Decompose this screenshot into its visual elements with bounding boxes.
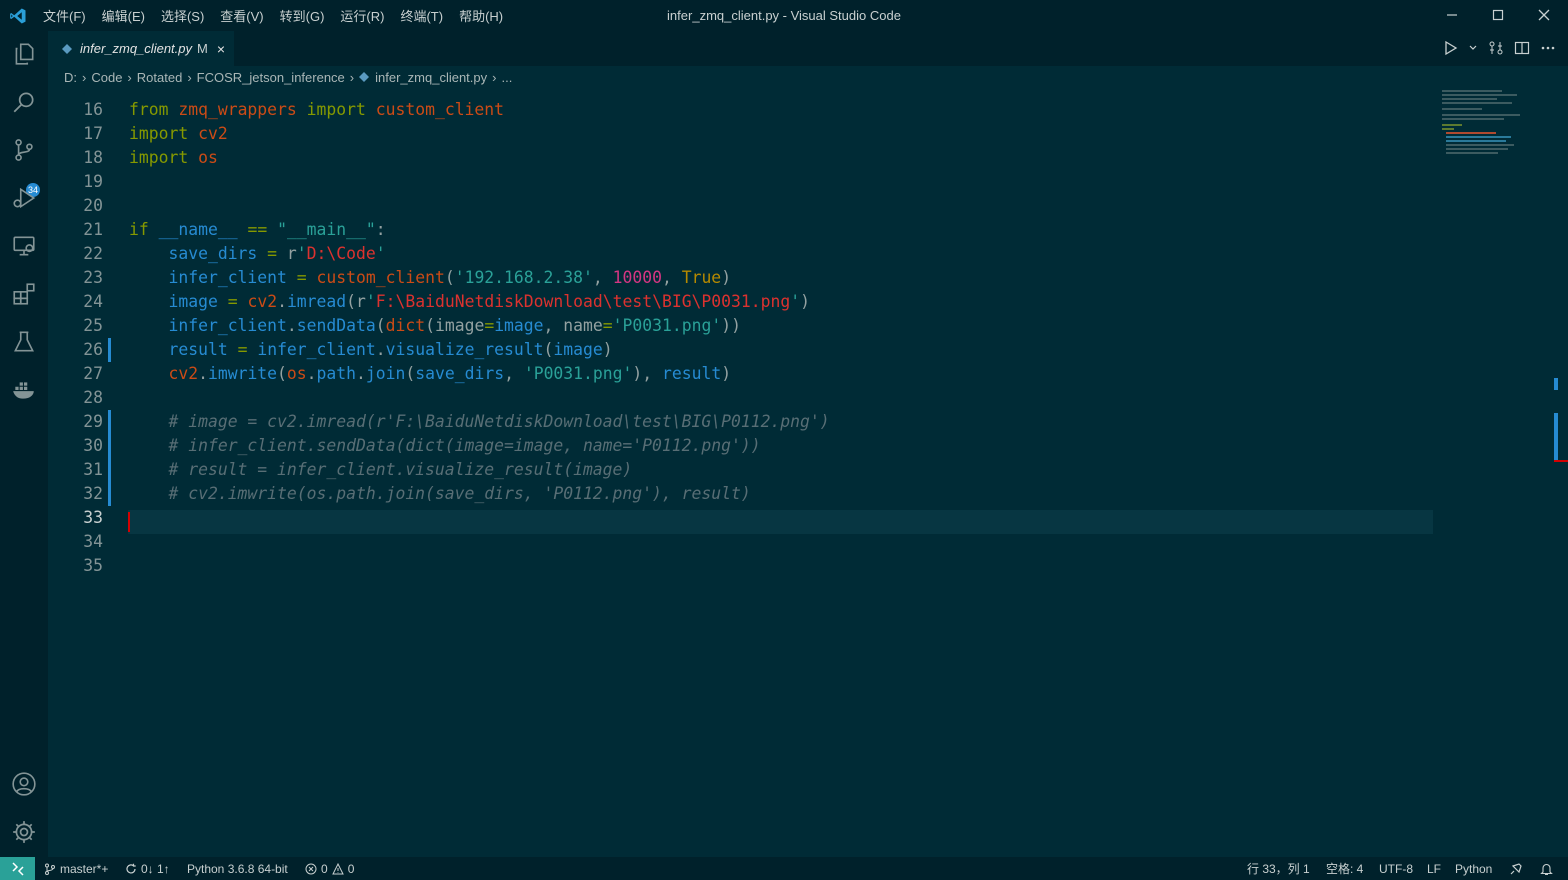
- close-window-icon[interactable]: [1532, 4, 1556, 26]
- sync-indicator[interactable]: 0↓ 1↑: [125, 857, 170, 880]
- source-control-icon[interactable]: [8, 134, 40, 166]
- window-title: infer_zmq_client.py - Visual Studio Code: [667, 8, 901, 23]
- python-file-icon: [359, 72, 370, 82]
- eol-setting[interactable]: LF: [1427, 857, 1441, 880]
- tab-close-icon[interactable]: ×: [217, 41, 225, 57]
- editor-actions: [1444, 40, 1556, 56]
- chevron-right-icon: ›: [349, 69, 355, 85]
- line-number: 21: [83, 220, 103, 239]
- python-file-icon: [62, 43, 72, 54]
- line-number: 31: [83, 460, 103, 479]
- tab-bar: infer_zmq_client.py M ×: [48, 31, 1568, 66]
- line-number-active: 33: [83, 508, 103, 527]
- extensions-icon[interactable]: [8, 278, 40, 310]
- error-icon: [305, 863, 317, 874]
- line-number: 34: [83, 532, 103, 551]
- current-line-highlight: [128, 510, 1433, 534]
- chevron-right-icon: ›: [127, 69, 132, 85]
- line-number: 19: [83, 172, 103, 191]
- remote-indicator-icon[interactable]: [0, 857, 35, 880]
- breadcrumb-item[interactable]: FCOSR_jetson_inference: [197, 70, 345, 85]
- python-interpreter[interactable]: Python 3.6.8 64-bit: [187, 857, 288, 880]
- indentation-setting[interactable]: 空格: 4: [1326, 857, 1363, 880]
- breadcrumb-item[interactable]: Rotated: [137, 70, 183, 85]
- breadcrumb-symbol[interactable]: ...: [501, 70, 512, 85]
- line-number: 32: [83, 484, 103, 503]
- run-debug-icon[interactable]: [8, 182, 40, 214]
- gutter-modified-marker: [108, 338, 111, 362]
- line-number: 27: [83, 364, 103, 383]
- line-number: 26: [83, 340, 103, 359]
- minimap[interactable]: [1440, 88, 1555, 158]
- maximize-icon[interactable]: [1486, 4, 1510, 26]
- error-count: 0: [321, 861, 328, 876]
- remote-explorer-icon[interactable]: [8, 230, 40, 262]
- tab-filename: infer_zmq_client.py: [80, 41, 192, 56]
- line-number: 29: [83, 412, 103, 431]
- line-number: 24: [83, 292, 103, 311]
- chevron-right-icon: ›: [492, 69, 497, 85]
- line-number: 22: [83, 244, 103, 263]
- search-icon[interactable]: [8, 86, 40, 118]
- chevron-right-icon: ›: [82, 69, 87, 85]
- settings-gear-icon[interactable]: [8, 816, 40, 848]
- warning-icon: [331, 862, 344, 874]
- more-actions-icon[interactable]: [1540, 40, 1556, 56]
- compare-changes-icon[interactable]: [1488, 40, 1504, 56]
- chevron-down-icon[interactable]: [1468, 43, 1478, 53]
- tab-modified-indicator: M: [197, 41, 208, 56]
- warning-count: 0: [347, 861, 355, 876]
- status-bar: master*+ 0↓ 1↑ Python 3.6.8 64-bit 0 0 行…: [0, 857, 1568, 880]
- line-number: 30: [83, 436, 103, 455]
- run-python-file-icon[interactable]: [1444, 40, 1458, 56]
- split-editor-icon[interactable]: [1514, 40, 1530, 56]
- minimize-icon[interactable]: [1440, 4, 1464, 26]
- line-number: 18: [83, 148, 103, 167]
- sync-status: 0↓ 1↑: [141, 861, 170, 876]
- encoding-setting[interactable]: UTF-8: [1379, 857, 1413, 880]
- chevron-right-icon: ›: [187, 69, 192, 85]
- line-number: 17: [83, 124, 103, 143]
- feedback-icon[interactable]: [1509, 857, 1523, 880]
- git-branch-icon: [45, 863, 55, 875]
- text-cursor: [128, 512, 130, 532]
- problems-indicator[interactable]: 0 0: [305, 857, 354, 880]
- testing-icon[interactable]: [8, 326, 40, 358]
- line-number: 16: [83, 100, 103, 119]
- sync-icon: [126, 863, 136, 873]
- activity-bar: 34: [0, 31, 48, 857]
- tab-infer-zmq-client[interactable]: infer_zmq_client.py M ×: [48, 31, 234, 66]
- cursor-position[interactable]: 行 33，列 1: [1247, 857, 1310, 880]
- vertical-scrollbar[interactable]: [1554, 88, 1568, 857]
- notifications-bell-icon[interactable]: [1540, 857, 1553, 880]
- language-mode[interactable]: Python: [1455, 857, 1492, 880]
- breadcrumb-item[interactable]: D:: [64, 70, 77, 85]
- title-bar: 文件(F) 编辑(E) 选择(S) 查看(V) 转到(G) 运行(R) 终端(T…: [0, 0, 1568, 31]
- line-number: 20: [83, 196, 103, 215]
- line-number: 28: [83, 388, 103, 407]
- code-editor[interactable]: 16 17 18 19 20 21 22 23 24 25 26 27 28 2…: [48, 88, 1568, 857]
- docker-icon[interactable]: [8, 374, 40, 406]
- gutter-modified-marker: [108, 410, 111, 506]
- line-number: 25: [83, 316, 103, 335]
- line-number: 23: [83, 268, 103, 287]
- breadcrumb-file[interactable]: infer_zmq_client.py: [375, 70, 487, 85]
- explorer-icon[interactable]: [8, 38, 40, 70]
- breadcrumb-item[interactable]: Code: [91, 70, 122, 85]
- branch-name: master*+: [60, 861, 109, 876]
- branch-indicator[interactable]: master*+: [44, 857, 108, 880]
- line-number: 35: [83, 556, 103, 575]
- account-icon[interactable]: [8, 768, 40, 800]
- breadcrumb: D: › Code › Rotated › FCOSR_jetson_inferenc…: [48, 66, 1568, 88]
